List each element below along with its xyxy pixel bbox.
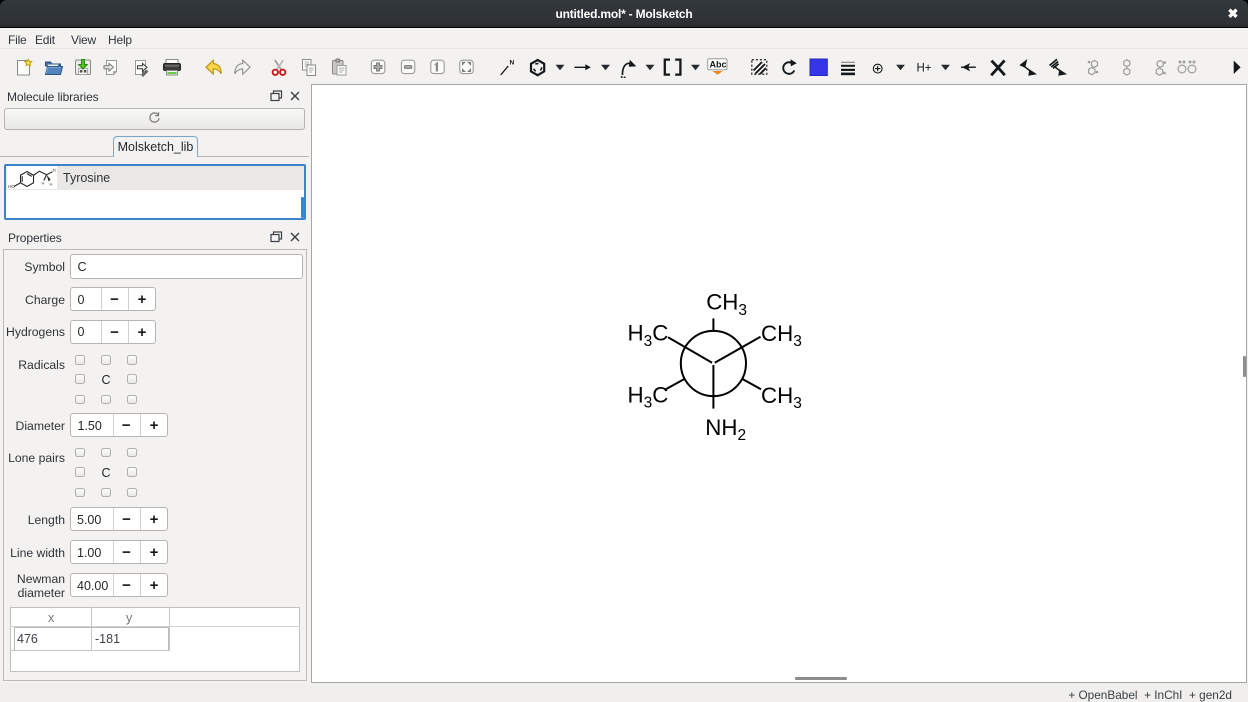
svg-text:HO: HO xyxy=(8,184,15,188)
svg-text:CH3: CH3 xyxy=(761,383,802,412)
svg-text:H: H xyxy=(50,182,53,187)
svg-text:NH2: NH2 xyxy=(705,415,746,444)
svg-text:H3C: H3C xyxy=(628,321,669,350)
svg-text:H+: H+ xyxy=(917,62,932,74)
svg-text:Abc: Abc xyxy=(710,60,727,70)
svg-text:CH3: CH3 xyxy=(706,290,747,319)
svg-text:H3C: H3C xyxy=(628,382,669,411)
svg-text:N: N xyxy=(53,168,56,173)
svg-text:CH3: CH3 xyxy=(761,321,802,350)
svg-text:N: N xyxy=(510,60,515,67)
svg-text:H: H xyxy=(42,181,45,186)
